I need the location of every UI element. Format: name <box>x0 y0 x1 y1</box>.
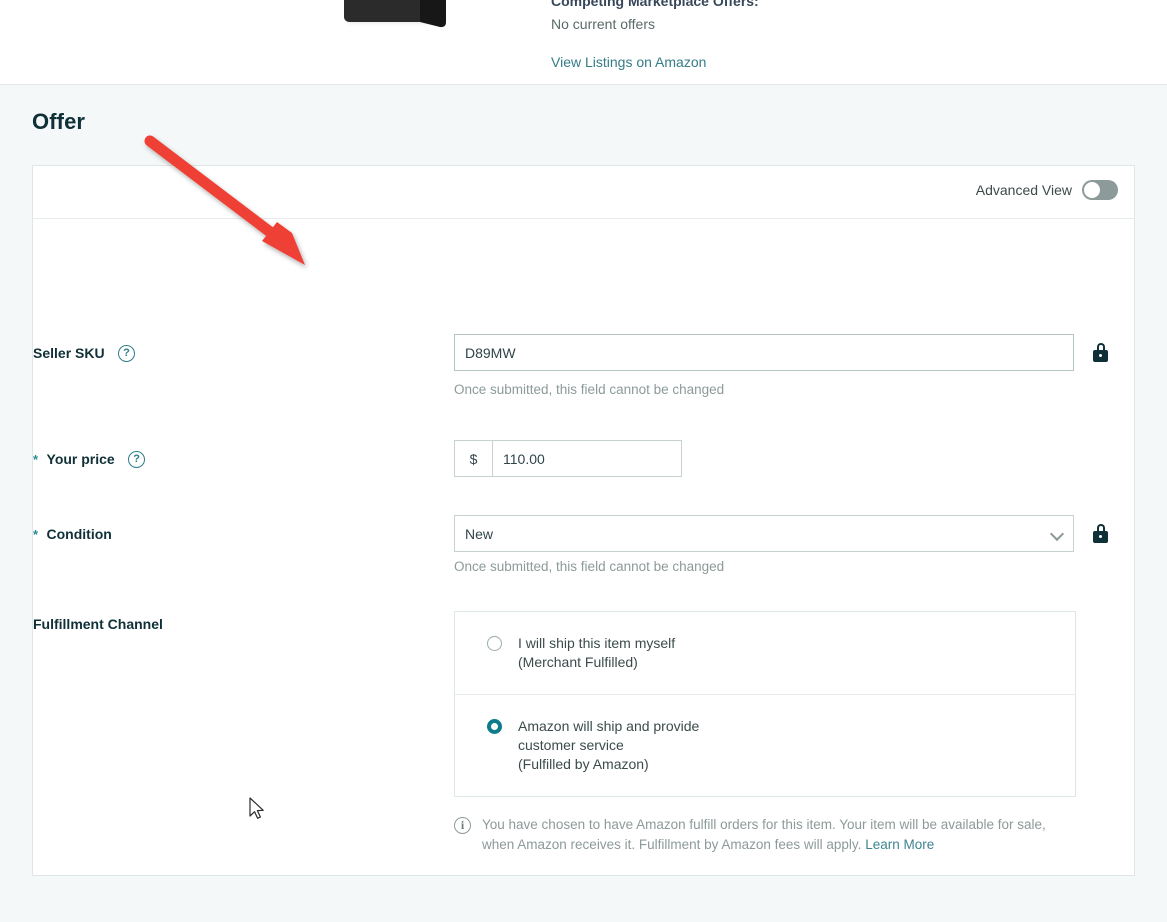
fulfillment-info-body: You have chosen to have Amazon fulfill o… <box>482 817 1046 852</box>
fulfillment-option-merchant[interactable]: I will ship this item myself (Merchant F… <box>455 612 1075 694</box>
fulfillment-channel-label: Fulfillment Channel <box>33 616 163 632</box>
fulfillment-option-amazon-label: Amazon will ship and provide customer se… <box>518 717 699 774</box>
competing-offers-block: Competing Marketplace Offers: No current… <box>551 0 971 72</box>
fulfillment-option-amazon-line3: (Fulfilled by Amazon) <box>518 756 649 772</box>
product-summary-strip: Competing Marketplace Offers: No current… <box>0 0 1167 85</box>
seller-sku-row: Seller SKU ? Once submitted, this field … <box>33 334 1136 397</box>
condition-hint: Once submitted, this field cannot be cha… <box>454 559 725 574</box>
condition-select[interactable]: New <box>454 515 1074 552</box>
mouse-cursor <box>249 797 264 819</box>
offer-page-body: Offer Advanced View Seller SKU ? D89MW O… <box>0 85 1167 922</box>
competing-offers-title: Competing Marketplace Offers: <box>551 0 759 9</box>
condition-label: Condition <box>46 526 112 542</box>
fulfillment-channel-field-wrap: I will ship this item myself (Merchant F… <box>454 611 1076 855</box>
seller-sku-field-wrap: Once submitted, this field cannot be cha… <box>454 334 1074 397</box>
offer-card: Advanced View Seller SKU ? Once submitte <box>32 165 1135 876</box>
fulfillment-option-amazon-line2: customer service <box>518 737 624 753</box>
fulfillment-option-amazon[interactable]: Amazon will ship and provide customer se… <box>455 694 1075 796</box>
condition-required-mark: * <box>33 527 39 542</box>
your-price-row: * Your price ? $ <box>33 440 1136 477</box>
fulfillment-info-note: i You have chosen to have Amazon fulfill… <box>454 815 1074 855</box>
seller-sku-label-wrap: Seller SKU ? <box>33 334 421 397</box>
your-price-help-icon[interactable]: ? <box>128 451 146 469</box>
fulfillment-option-merchant-line1: I will ship this item myself <box>518 635 676 651</box>
your-price-input[interactable] <box>492 440 682 477</box>
learn-more-link[interactable]: Learn More <box>865 837 934 852</box>
radio-icon-amazon[interactable] <box>487 719 502 734</box>
product-thumbnail-side <box>420 0 446 29</box>
fulfillment-option-merchant-line2: (Merchant Fulfilled) <box>518 654 638 670</box>
view-listings-on-amazon-link[interactable]: View Listings on Amazon <box>551 54 706 70</box>
your-price-field-wrap: $ <box>454 440 682 477</box>
fulfillment-info-text: You have chosen to have Amazon fulfill o… <box>482 815 1074 855</box>
competing-offers-value: No current offers <box>551 16 656 32</box>
fulfillment-option-amazon-line1: Amazon will ship and provide <box>518 718 700 734</box>
fulfillment-channel-label-wrap: Fulfillment Channel <box>33 611 421 855</box>
info-icon: i <box>454 817 471 834</box>
product-thumbnail-body <box>344 0 430 22</box>
advanced-view-toggle[interactable] <box>1082 180 1118 200</box>
advanced-view-control[interactable]: Advanced View <box>976 180 1118 200</box>
radio-icon-merchant[interactable] <box>487 636 502 651</box>
condition-select-wrap[interactable]: New <box>454 515 1074 552</box>
condition-row: * Condition New Once submitted, this fie… <box>33 515 1136 574</box>
seller-sku-help-icon[interactable]: ? <box>118 345 136 363</box>
offer-card-header: Advanced View <box>33 166 1134 219</box>
fulfillment-channel-options: I will ship this item myself (Merchant F… <box>454 611 1076 797</box>
fulfillment-channel-row: Fulfillment Channel I will ship this ite… <box>33 611 1136 855</box>
your-price-required-mark: * <box>33 452 39 467</box>
fulfillment-option-merchant-label: I will ship this item myself (Merchant F… <box>518 634 675 672</box>
seller-sku-hint: Once submitted, this field cannot be cha… <box>454 382 725 397</box>
advanced-view-toggle-knob <box>1084 182 1100 198</box>
seller-sku-label: Seller SKU <box>33 345 105 361</box>
condition-label-wrap: * Condition <box>33 515 421 574</box>
currency-symbol: $ <box>454 440 492 477</box>
seller-sku-input[interactable] <box>454 334 1074 371</box>
your-price-label-wrap: * Your price ? <box>33 440 421 477</box>
app-root: Competing Marketplace Offers: No current… <box>0 0 1167 922</box>
your-price-label: Your price <box>46 451 115 467</box>
condition-field-wrap: New Once submitted, this field cannot be… <box>454 515 1074 574</box>
advanced-view-label: Advanced View <box>975 182 1072 198</box>
product-thumbnail <box>344 0 446 45</box>
page-title: Offer <box>32 109 86 134</box>
